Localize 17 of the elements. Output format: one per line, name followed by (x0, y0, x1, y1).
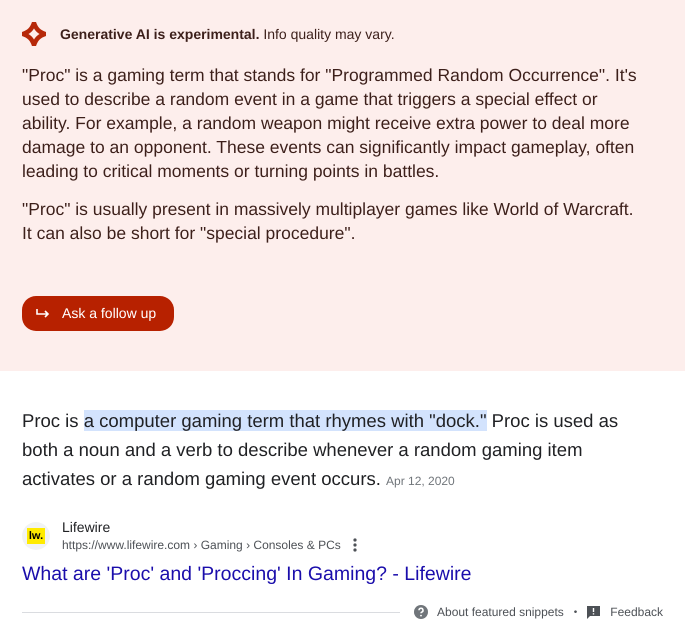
overview-paragraph: "Proc" is a gaming term that stands for "Programmed Random Occurrence". It's used to describe a random event in a game that triggers a special effect or ability. For example, a random weapon might receive extra power to deal more damage to an opponent. These events can significantly impact gameplay, often leading to critical moments or turning points in battles. (22, 64, 638, 183)
notice-text: Generative AI is experimental. Info quality may vary. (60, 24, 395, 44)
follow-up-button[interactable]: Ask a follow up (22, 296, 174, 331)
reply-arrow-icon (36, 308, 50, 320)
snippet-paragraph: Proc is a computer gaming term that rhymes with "dock." Proc is used as both a noun and a verb to describe whenever a random gaming item activates or a random gaming event occurs. Apr 12, 2020 (22, 409, 620, 491)
feedback-link[interactable]: Feedback (610, 603, 663, 622)
feedback-icon (587, 606, 600, 619)
more-options-icon[interactable] (352, 538, 357, 552)
about-snippets-link[interactable]: About featured snippets (437, 603, 564, 622)
site-favicon: lw. (22, 522, 50, 550)
help-icon (414, 605, 428, 620)
result-title-link[interactable]: What are 'Proc' and 'Proccing' In Gaming? - Lifewire (22, 560, 663, 590)
sparkle-icon (22, 22, 46, 46)
overview-paragraph: "Proc" is usually present in massively multiplayer games like World of Warcraft. It can also be short for "special procedure". (22, 198, 635, 245)
source-url: https://www.lifewire.com › Gaming › Consoles & PCs (62, 537, 341, 554)
source-name: Lifewire (62, 518, 112, 536)
separator-dot: • (574, 606, 578, 620)
